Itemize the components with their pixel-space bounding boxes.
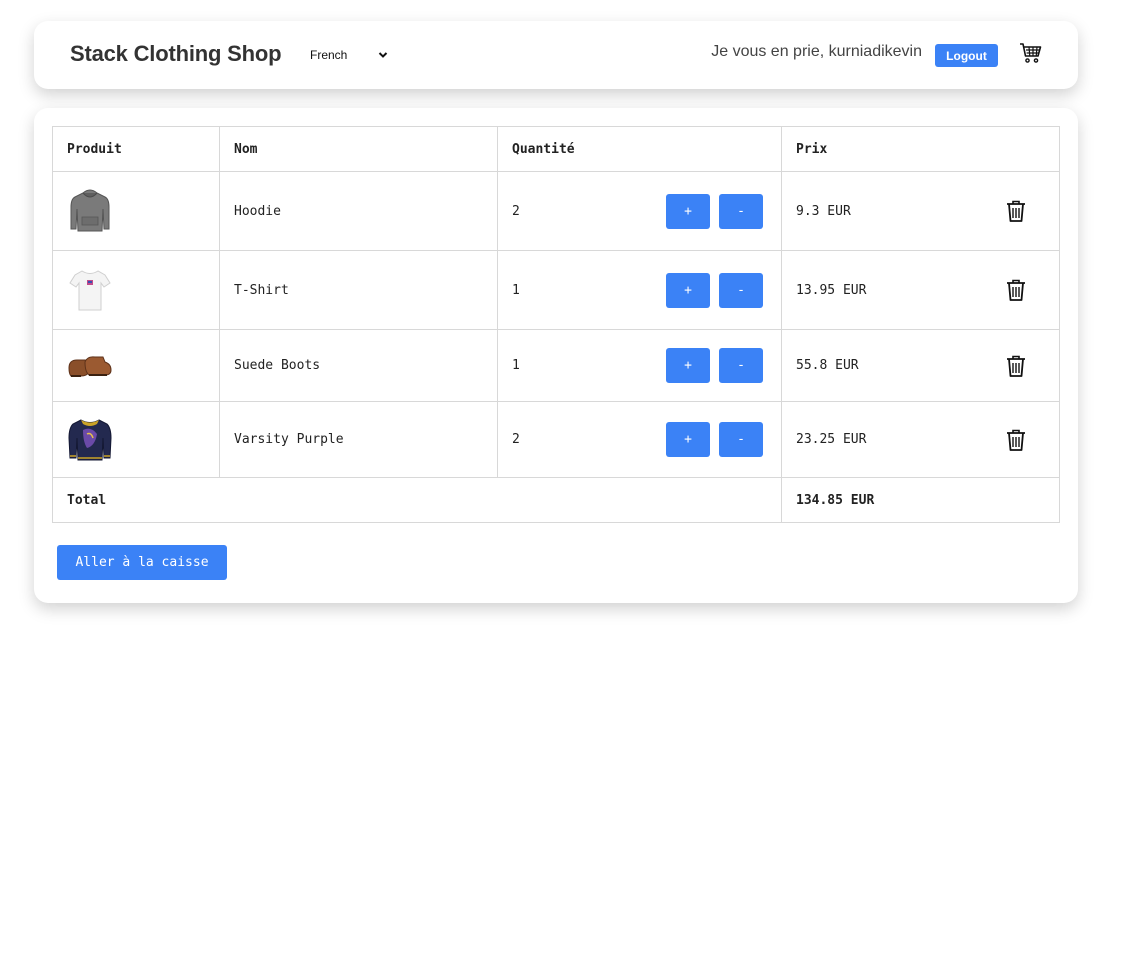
price-value: 55.8 EUR — [796, 358, 859, 373]
tshirt-icon — [69, 270, 111, 311]
header-bar: Stack Clothing Shop French Je vous en pr… — [34, 21, 1078, 89]
product-image-cell — [52, 171, 220, 251]
brand-title[interactable]: Stack Clothing Shop — [70, 41, 282, 67]
trash-icon[interactable] — [1005, 354, 1027, 378]
quantity-value: 2 — [512, 432, 520, 447]
product-image-cell — [52, 250, 220, 330]
shopping-cart-icon[interactable] — [1019, 41, 1043, 65]
price-cell: 13.95 EUR — [781, 250, 1060, 330]
quantity-value: 1 — [512, 358, 520, 373]
price-cell: 23.25 EUR — [781, 401, 1060, 478]
product-image-cell — [52, 329, 220, 402]
hoodie-icon — [70, 189, 110, 232]
price-value: 13.95 EUR — [796, 282, 867, 298]
price-value: 9.3 EUR — [796, 203, 851, 219]
product-name: Suede Boots — [219, 329, 498, 402]
cart-panel: Produit Nom Quantité Prix Hoodie 2 + - 9… — [34, 108, 1078, 603]
checkout-button[interactable]: Aller à la caisse — [57, 545, 227, 580]
decrement-button[interactable]: - — [719, 272, 763, 308]
boots-icon — [68, 355, 112, 377]
quantity-value: 2 — [512, 203, 520, 219]
price-cell: 55.8 EUR — [781, 329, 1060, 402]
column-header-price: Prix — [781, 126, 1060, 172]
price-cell: 9.3 EUR — [781, 171, 1060, 251]
product-name: Varsity Purple — [219, 401, 498, 478]
price-value: 23.25 EUR — [796, 432, 867, 447]
language-select[interactable]: French — [310, 45, 388, 65]
product-name: T-Shirt — [219, 250, 498, 330]
chevron-down-icon — [378, 52, 388, 58]
total-label: Total — [52, 477, 782, 523]
total-value: 134.85 EUR — [781, 477, 1060, 523]
decrement-button[interactable]: - — [719, 193, 763, 229]
product-image-cell — [52, 401, 220, 478]
increment-button[interactable]: + — [666, 422, 710, 457]
table-header-row: Produit Nom Quantité Prix — [52, 126, 1060, 172]
trash-icon[interactable] — [1005, 278, 1027, 302]
user-greeting: Je vous en prie, kurniadikevin — [711, 43, 922, 60]
quantity-cell: 2 + - — [497, 401, 782, 478]
table-row: Suede Boots 1 + - 55.8 EUR — [52, 329, 1060, 402]
logout-button[interactable]: Logout — [935, 44, 998, 67]
column-header-product: Produit — [52, 126, 220, 172]
product-name: Hoodie — [219, 171, 498, 251]
quantity-cell: 2 + - — [497, 171, 782, 251]
quantity-value: 1 — [512, 282, 520, 298]
decrement-button[interactable]: - — [719, 422, 763, 457]
table-row: T-Shirt 1 + - 13.95 EUR — [52, 250, 1060, 330]
column-header-name: Nom — [219, 126, 498, 172]
increment-button[interactable]: + — [666, 272, 710, 308]
decrement-button[interactable]: - — [719, 348, 763, 383]
increment-button[interactable]: + — [666, 348, 710, 383]
quantity-cell: 1 + - — [497, 329, 782, 402]
increment-button[interactable]: + — [666, 193, 710, 229]
quantity-cell: 1 + - — [497, 250, 782, 330]
column-header-quantity: Quantité — [497, 126, 782, 172]
table-row: Hoodie 2 + - 9.3 EUR — [52, 171, 1060, 251]
trash-icon[interactable] — [1005, 199, 1027, 223]
table-row: Varsity Purple 2 + - 23.25 EUR — [52, 401, 1060, 478]
trash-icon[interactable] — [1005, 428, 1027, 452]
total-row: Total 134.85 EUR — [52, 477, 1060, 523]
cart-table: Produit Nom Quantité Prix Hoodie 2 + - 9… — [52, 126, 1060, 523]
varsity-jacket-icon — [68, 418, 112, 460]
language-selected-value: French — [310, 48, 348, 62]
